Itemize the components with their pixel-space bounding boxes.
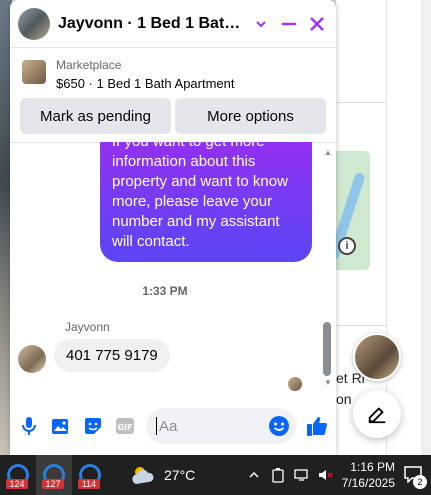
taskbar-app-2[interactable]: 127 <box>36 455 72 495</box>
app-badge: 127 <box>42 479 64 489</box>
background-text-2: on <box>336 391 352 407</box>
listing-name: $650 · 1 Bed 1 Bath Apartment <box>56 76 235 91</box>
notification-center-button[interactable]: 2 <box>403 465 427 489</box>
message-list: If you want to get more information abou… <box>10 142 336 394</box>
weather-icon <box>132 467 154 484</box>
show-hidden-icons-button[interactable] <box>246 467 262 483</box>
minimize-button[interactable] <box>278 13 300 35</box>
messenger-chat-window: Jayvonn · 1 Bed 1 Bath Apartment Marketp… <box>10 0 336 455</box>
message-timestamp: 1:33 PM <box>142 284 188 298</box>
sender-name: Jayvonn <box>65 320 110 334</box>
app-badge: 124 <box>6 479 28 489</box>
message-composer: GIF Aa <box>10 404 336 448</box>
conversation-title[interactable]: Jayvonn · 1 Bed 1 Bath Apartment <box>58 15 250 33</box>
send-like-button[interactable] <box>306 415 328 437</box>
compose-icon <box>368 407 386 424</box>
svg-text:GIF: GIF <box>117 423 132 432</box>
emoji-icon[interactable] <box>268 415 290 437</box>
taskbar-app-3[interactable]: 114 <box>72 455 108 495</box>
incoming-message[interactable]: 401 775 9179 <box>54 339 170 372</box>
taskbar-app-1[interactable]: 124 <box>0 455 36 495</box>
network-icon <box>293 469 308 481</box>
scroll-thumb[interactable] <box>323 322 331 376</box>
background-divider <box>336 102 386 103</box>
thumbs-up-icon <box>307 417 327 436</box>
listing-category: Marketplace <box>56 58 122 72</box>
sticker-icon <box>85 418 101 434</box>
info-icon[interactable]: i <box>338 237 356 255</box>
listing-actions: Mark as pending More options <box>10 94 336 143</box>
clock-time: 1:16 PM <box>350 460 395 474</box>
conversation-options-button[interactable] <box>250 13 272 35</box>
windows-taskbar: 124 127 114 27°C 1:16 PM 7/16/2025 2 <box>0 455 431 495</box>
gif-button[interactable]: GIF <box>114 415 136 437</box>
message-input-placeholder: Aa <box>159 417 178 435</box>
battery-button[interactable] <box>270 467 286 483</box>
clock[interactable]: 1:16 PM 7/16/2025 <box>342 459 395 491</box>
microphone-icon <box>22 417 36 435</box>
background-divider-2 <box>336 325 386 326</box>
gif-icon: GIF <box>116 418 134 434</box>
page-scrollbar[interactable] <box>421 0 431 455</box>
volume-button[interactable] <box>318 467 334 483</box>
scroll-down-arrow[interactable]: ▼ <box>324 378 332 387</box>
scroll-up-arrow[interactable]: ▲ <box>324 148 332 157</box>
temperature: 27°C <box>164 467 196 483</box>
read-receipt-avatar <box>288 377 302 391</box>
background-map[interactable]: i <box>336 151 370 270</box>
notification-count: 2 <box>413 475 427 489</box>
new-message-button[interactable] <box>353 390 401 438</box>
marketplace-listing[interactable]: Marketplace $650 · 1 Bed 1 Bath Apartmen… <box>10 48 336 94</box>
sender-avatar[interactable] <box>18 345 46 373</box>
system-tray: 1:16 PM 7/16/2025 2 <box>246 459 431 491</box>
attach-photo-button[interactable] <box>50 415 72 437</box>
chat-header: Jayvonn · 1 Bed 1 Bath Apartment <box>10 0 336 48</box>
minimize-icon <box>282 22 296 25</box>
clock-date: 7/16/2025 <box>341 476 395 490</box>
message-input[interactable]: Aa <box>146 408 296 444</box>
listing-thumbnail <box>22 60 46 84</box>
battery-icon <box>271 468 284 483</box>
network-button[interactable] <box>293 467 310 483</box>
chevron-up-icon <box>249 471 259 478</box>
app-badge: 114 <box>78 479 100 489</box>
conversation-avatar[interactable] <box>18 7 50 40</box>
chat-head-avatar[interactable] <box>353 333 401 381</box>
close-button[interactable] <box>306 13 328 35</box>
chevron-down-icon <box>256 20 266 27</box>
photo-icon <box>52 419 68 434</box>
sticker-button[interactable] <box>82 415 104 437</box>
volume-muted-icon <box>318 470 333 480</box>
text-cursor <box>156 417 157 435</box>
voice-clip-button[interactable] <box>18 415 40 437</box>
weather-widget[interactable]: 27°C <box>130 464 195 486</box>
message-scrollbar[interactable]: ▲ ▼ <box>320 142 334 394</box>
close-icon <box>310 16 324 31</box>
mark-pending-button[interactable]: Mark as pending <box>20 98 171 134</box>
outgoing-message[interactable]: If you want to get more information abou… <box>100 142 312 262</box>
more-options-button[interactable]: More options <box>175 98 326 134</box>
